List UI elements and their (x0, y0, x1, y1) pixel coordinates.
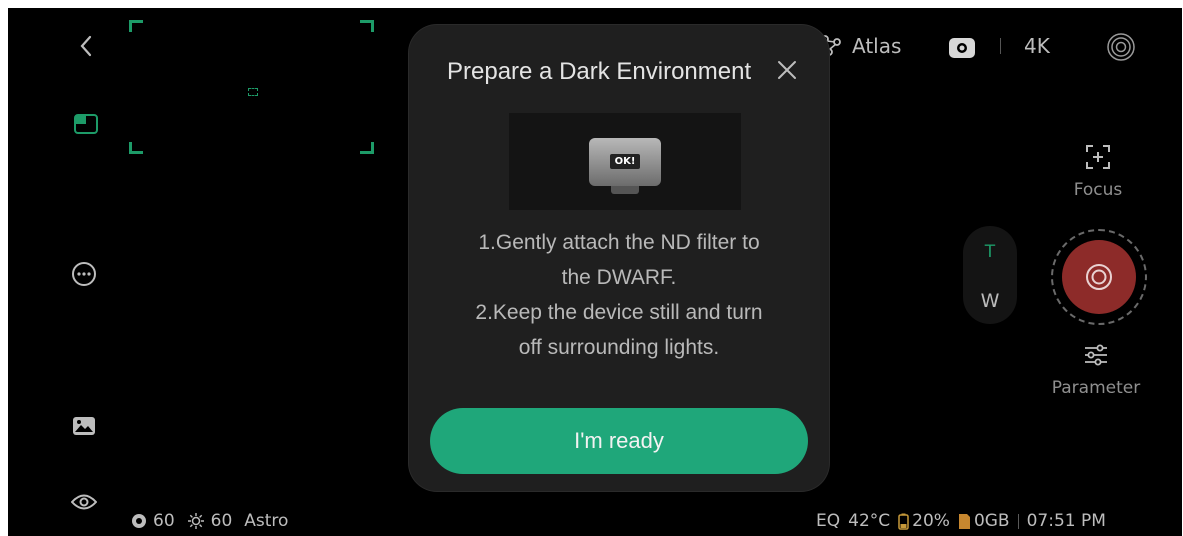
layout-toggle-button[interactable] (70, 108, 102, 140)
dialog-title: Prepare a Dark Environment (447, 58, 752, 85)
clock: 07:51 PM (1026, 511, 1106, 531)
frame-corner (129, 20, 143, 32)
exposure-icon (132, 514, 146, 528)
dark-environment-dialog: Prepare a Dark Environment OK! 1.Gently … (409, 25, 829, 491)
gain-value: 60 (210, 511, 233, 531)
gallery-icon (73, 417, 95, 435)
record-button[interactable] (1106, 32, 1136, 66)
gallery-button[interactable] (68, 410, 100, 442)
shutter-button[interactable] (1051, 229, 1147, 325)
im-ready-button[interactable]: I'm ready (430, 408, 808, 474)
close-button[interactable] (773, 56, 801, 84)
storage-status: 0GB (958, 511, 1010, 531)
device-screen-text: OK! (609, 154, 641, 169)
temperature-value: 42°C (848, 511, 891, 531)
nd-filter-illustration: OK! (509, 113, 741, 210)
storage-icon (958, 513, 970, 529)
zoom-wide-button[interactable]: W (977, 290, 1003, 312)
instruction-line: the DWARF. (561, 266, 677, 289)
more-icon (72, 262, 96, 286)
camera-screen: Atlas 4K Focus T W Parameter 60 60 Astro… (8, 8, 1182, 536)
parameter-button[interactable]: Parameter (1036, 344, 1156, 398)
shutter-icon (1086, 264, 1112, 290)
back-button[interactable] (70, 30, 102, 62)
storage-value: 0GB (973, 511, 1010, 531)
mount-label: EQ (816, 511, 841, 531)
camera-icon (949, 38, 975, 58)
layout-icon (74, 114, 98, 134)
parameter-label: Parameter (1051, 378, 1141, 398)
divider (1017, 513, 1019, 529)
focus-button[interactable]: Focus (1058, 144, 1138, 200)
instruction-line: off surrounding lights. (518, 336, 720, 359)
frame-center-mark (248, 88, 258, 96)
zoom-tele-button[interactable]: T (978, 242, 1002, 262)
frame-corner (360, 142, 374, 154)
shutter-inner (1062, 240, 1136, 314)
parameter-icon (1085, 344, 1107, 366)
focus-label: Focus (1073, 180, 1123, 200)
dwarf-device-image: OK! (589, 137, 661, 194)
device-base (611, 185, 639, 194)
frame-corner (360, 20, 374, 32)
eye-icon (71, 494, 97, 510)
instructions: 1.Gently attach the ND filter to the DWA… (409, 225, 829, 365)
target-label: Atlas (852, 34, 902, 58)
capture-mode-button[interactable] (948, 36, 976, 64)
battery-status: 20% (898, 511, 950, 531)
battery-icon (898, 513, 909, 530)
instruction-line: 2.Keep the device still and turn (475, 301, 763, 324)
target-selector[interactable]: Atlas (820, 34, 901, 58)
divider (1000, 38, 1001, 54)
exposure-status: 60 60 Astro (131, 511, 288, 531)
focus-frame[interactable] (129, 20, 374, 154)
battery-value: 20% (912, 511, 950, 531)
more-button[interactable] (68, 258, 100, 290)
instruction-line: 1.Gently attach the ND filter to (478, 231, 760, 254)
mode-label: Astro (244, 511, 289, 531)
frame-corner (129, 142, 143, 154)
resolution-label[interactable]: 4K (1024, 34, 1050, 58)
focus-icon (1086, 145, 1110, 169)
gain-icon (187, 513, 204, 529)
exposure-value: 60 (153, 511, 175, 531)
device-status: EQ 42°C 20% 0GB 07:51 PM (816, 511, 1106, 531)
back-icon (80, 35, 92, 57)
close-icon (778, 61, 796, 79)
record-icon (1107, 33, 1135, 61)
view-toggle-button[interactable] (68, 486, 100, 518)
